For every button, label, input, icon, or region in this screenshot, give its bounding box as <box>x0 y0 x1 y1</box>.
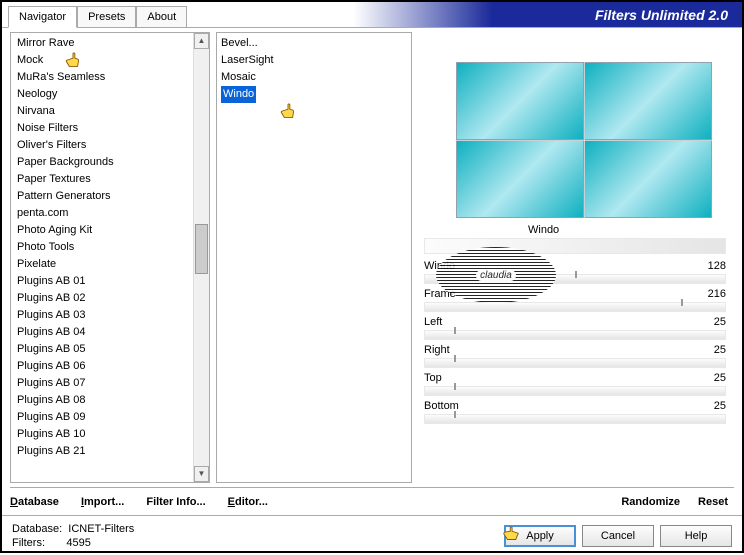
param-row[interactable]: Top 25 <box>424 372 726 400</box>
param-label: Windo <box>424 260 455 272</box>
cancel-button[interactable]: Cancel <box>582 525 654 547</box>
selected-filter-name: Windo <box>420 218 734 238</box>
reset-button[interactable]: Reset <box>698 496 728 508</box>
slider-track[interactable] <box>424 358 726 368</box>
filter-info-button[interactable]: Filter Info... <box>146 496 205 508</box>
param-value: 25 <box>714 372 726 384</box>
param-value: 216 <box>708 288 726 300</box>
topbar: Navigator Presets About Filters Unlimite… <box>2 2 742 28</box>
filter-list[interactable]: Bevel...LaserSightMosaicWindo <box>216 32 412 483</box>
category-list[interactable]: Mirror RaveMockMuRa's SeamlessNeologyNir… <box>10 32 210 483</box>
param-value: 25 <box>714 316 726 328</box>
list-item[interactable]: LaserSight <box>221 52 407 69</box>
flt-value: 4595 <box>66 537 90 549</box>
list-item[interactable]: Plugins AB 01 <box>15 273 209 290</box>
list-item[interactable]: Paper Textures <box>15 171 209 188</box>
list-item[interactable]: Plugins AB 07 <box>15 375 209 392</box>
tab-navigator[interactable]: Navigator <box>8 6 77 28</box>
list-item[interactable]: Plugins AB 06 <box>15 358 209 375</box>
tab-about[interactable]: About <box>136 6 187 27</box>
list-item[interactable]: Mock <box>15 52 209 69</box>
slider-thumb[interactable] <box>454 411 456 418</box>
footer: Database: ICNET-Filters Filters: 4595 Ap… <box>2 515 742 555</box>
slider-thumb[interactable] <box>454 383 456 390</box>
db-label: Database: <box>12 523 62 535</box>
slider-track[interactable] <box>424 330 726 340</box>
main: Mirror RaveMockMuRa's SeamlessNeologyNir… <box>2 28 742 483</box>
slider-thumb[interactable] <box>575 271 577 278</box>
db-value: ICNET-Filters <box>68 523 134 535</box>
param-row[interactable]: Windo 128 <box>424 260 726 288</box>
list-item[interactable]: penta.com <box>15 205 209 222</box>
param-label: Left <box>424 316 442 328</box>
help-button[interactable]: Help <box>660 525 732 547</box>
param-value: 25 <box>714 344 726 356</box>
preview-image <box>456 62 712 218</box>
param-label: Frame <box>424 288 456 300</box>
param-label: Top <box>424 372 442 384</box>
list-item[interactable]: Plugins AB 10 <box>15 426 209 443</box>
list-item[interactable]: Plugins AB 08 <box>15 392 209 409</box>
tab-presets[interactable]: Presets <box>77 6 136 27</box>
list-item[interactable]: Noise Filters <box>15 120 209 137</box>
list-item[interactable]: Plugins AB 21 <box>15 443 209 460</box>
param-value: 128 <box>708 260 726 272</box>
param-row[interactable]: Left 25 <box>424 316 726 344</box>
list-item[interactable]: Photo Tools <box>15 239 209 256</box>
scroll-down-icon[interactable]: ▼ <box>194 466 209 482</box>
slider-thumb[interactable] <box>454 327 456 334</box>
editor-button[interactable]: Editor... <box>228 496 268 508</box>
list-item[interactable]: Plugins AB 09 <box>15 409 209 426</box>
scroll-up-icon[interactable]: ▲ <box>194 33 209 49</box>
scrollbar[interactable]: ▲ ▼ <box>193 33 209 482</box>
list-item[interactable]: Oliver's Filters <box>15 137 209 154</box>
list-item[interactable]: Paper Backgrounds <box>15 154 209 171</box>
import-button[interactable]: Import... <box>81 496 124 508</box>
list-item[interactable]: Windo <box>221 86 407 103</box>
slider-thumb[interactable] <box>454 355 456 362</box>
app-title: Filters Unlimited 2.0 <box>187 2 742 27</box>
scroll-track[interactable] <box>194 49 209 466</box>
apply-button[interactable]: Apply <box>504 525 576 547</box>
tabs: Navigator Presets About <box>8 6 187 27</box>
list-item[interactable]: Photo Aging Kit <box>15 222 209 239</box>
randomize-button[interactable]: Randomize <box>621 496 680 508</box>
slider-track[interactable] <box>424 386 726 396</box>
param-value: 25 <box>714 400 726 412</box>
filter-title-bar <box>424 238 726 254</box>
scroll-thumb[interactable] <box>195 224 208 274</box>
list-item[interactable]: Plugins AB 04 <box>15 324 209 341</box>
param-row[interactable]: Frame 216 <box>424 288 726 316</box>
slider-thumb[interactable] <box>681 299 683 306</box>
list-item[interactable]: MuRa's Seamless <box>15 69 209 86</box>
slider-track[interactable] <box>424 414 726 424</box>
flt-label: Filters: <box>12 537 45 549</box>
list-item[interactable]: Plugins AB 05 <box>15 341 209 358</box>
list-item[interactable]: Mosaic <box>221 69 407 86</box>
param-row[interactable]: Bottom25 <box>424 400 726 428</box>
list-item[interactable]: Mirror Rave <box>15 35 209 52</box>
list-item[interactable]: Bevel... <box>221 35 407 52</box>
list-item[interactable]: Nirvana <box>15 103 209 120</box>
preview-panel: Windo Windo 128 Frame 216 Left 25 Right 25 Top 25… <box>420 32 734 483</box>
list-item[interactable]: Plugins AB 03 <box>15 307 209 324</box>
param-row[interactable]: Right 25 <box>424 344 726 372</box>
list-item[interactable]: Pixelate <box>15 256 209 273</box>
list-item[interactable]: Pattern Generators <box>15 188 209 205</box>
list-item[interactable]: Neology <box>15 86 209 103</box>
list-item[interactable]: Plugins AB 02 <box>15 290 209 307</box>
toolbar: Database Import... Filter Info... Editor… <box>10 487 734 515</box>
database-button[interactable]: Database <box>10 496 59 508</box>
parameters: Windo128Frame216Left25Right25Top25Bottom… <box>420 260 734 428</box>
param-label: Right <box>424 344 450 356</box>
